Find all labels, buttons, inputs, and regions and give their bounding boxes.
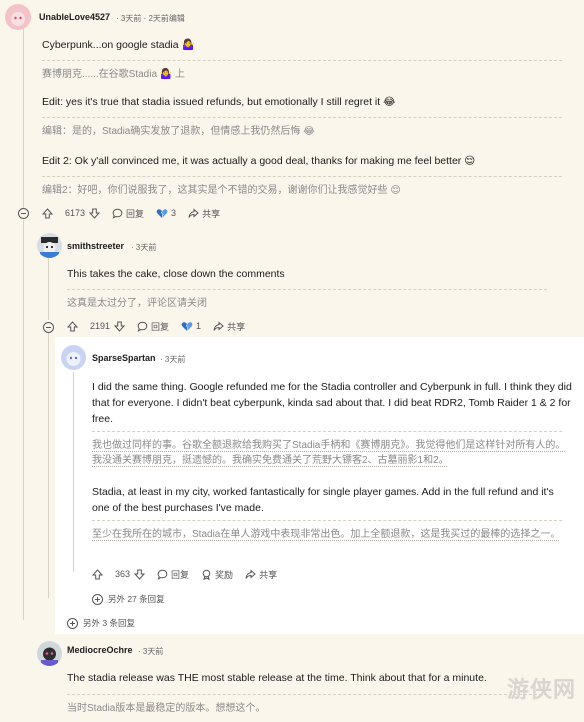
more-replies-label: 另外 27 条回复 [108,594,165,604]
downvote-icon [134,569,146,580]
upvote-icon [92,568,103,579]
award-label: 奖励 [215,569,234,580]
comment-text: I did the same thing. Google refunded me… [92,381,572,425]
comment-meta: · 3天前 [131,243,157,252]
username[interactable]: smithstreeter [67,241,124,251]
upvote-button[interactable] [42,207,53,219]
downvote-button[interactable] [134,569,146,580]
comment-text: Edit 2: Ok y'all convinced me, it was ac… [42,155,476,167]
reply-label: 回复 [151,321,170,332]
share-button[interactable]: 共享 [245,568,277,581]
award-button[interactable]: 3 [156,208,176,219]
snoo-avatar-icon [40,237,59,258]
downvote-button[interactable] [114,321,126,332]
broken-heart-award-icon [181,321,193,331]
share-label: 共享 [259,569,278,580]
comment-bubble-icon [157,569,168,580]
award-icon [202,569,211,580]
expand-icon [67,617,78,629]
snoo-avatar-icon [41,647,58,666]
downvote-icon [89,208,101,219]
translation-span: 至少在我所在的城市，Stadia在单人游戏中表现非常出色。加上全额退款，这是我买… [92,529,561,540]
upvote-button[interactable] [67,320,78,332]
translation-text: 这真是太过分了，评论区请关闭 [67,298,207,309]
vote-count: 6173 [65,208,86,218]
comment-meta: · 3天前 · 2天前编辑 [116,14,185,23]
comment-text: Edit: yes it's true that stadia issued r… [42,96,396,108]
divider [67,289,547,290]
reply-label: 回复 [126,208,145,219]
translation-text: 赛博朋克......在谷歌Stadia 🤷‍♀️ 上 [42,69,186,80]
comment-meta: · 3天前 [160,355,186,364]
share-icon [245,568,256,579]
comment-meta: · 3天前 [138,647,164,656]
translation-text: 编辑2：好吧，你们说服我了，这其实是个不错的交易，谢谢你们让我感觉好些 😌 [42,185,401,196]
award-count: 3 [171,208,177,218]
downvote-icon [114,321,126,332]
thread-line-level2 [73,372,74,572]
award-count: 1 [196,321,202,331]
reply-button[interactable]: 回复 [112,207,144,220]
more-replies-button[interactable]: 另外 3 条回复 [67,617,135,629]
divider [42,117,562,118]
broken-heart-award-icon [156,208,168,218]
thread-line-level1 [48,258,49,320]
divider [42,176,562,177]
translation-span: 我也做过同样的事。谷歌全额退款给我购买了Stadia手柄和《赛博朋克》。我觉得他… [92,440,566,466]
comment-text: Cyberpunk...on google stadia 🤷‍♀️ [42,39,195,51]
divider [42,60,562,61]
divider [67,694,547,695]
watermark-logo: 游侠网 [506,677,576,703]
collapse-thread-button[interactable] [18,208,29,219]
reply-button[interactable]: 回复 [157,568,189,581]
share-label: 共享 [227,321,246,332]
thread-line-level0 [23,22,24,208]
share-icon [188,207,199,218]
reply-label: 回复 [171,569,190,580]
comment-bubble-icon [112,208,123,219]
collapse-thread-button[interactable] [43,322,54,333]
avatar-sparsespartan[interactable] [61,345,86,370]
comment-text: The stadia release was THE most stable r… [67,672,487,684]
snoo-avatar-icon [11,12,25,26]
vote-count: 363 [115,569,131,579]
snoo-avatar-icon [66,352,81,366]
downvote-button[interactable] [89,208,101,219]
reply-button[interactable]: 回复 [137,320,169,333]
more-replies-button[interactable]: 另外 27 条回复 [92,593,165,605]
translation-text: 当时Stadia版本是最稳定的版本。想想这个。 [67,703,266,714]
avatar-unablelove[interactable] [5,4,31,30]
divider [92,431,562,432]
username[interactable]: SparseSpartan [92,353,156,363]
avatar-mediocreochre[interactable] [37,641,62,666]
upvote-icon [42,207,53,218]
comment-text: Stadia, at least in my city, worked fant… [92,486,554,514]
share-button[interactable]: 共享 [188,207,220,220]
avatar-smithstreeter[interactable] [37,233,62,258]
share-button[interactable]: 共享 [213,320,245,333]
comment-bubble-icon [137,321,148,332]
comment-actions: 2191 回复 1 共享 [67,318,257,334]
divider [92,520,562,521]
translation-text: 编辑：是的，Stadia确实发放了退款，但情感上我仍然后悔 😂 [42,126,315,137]
comment-text: This takes the cake, close down the comm… [67,268,285,280]
comment-actions: 6173 回复 3 共享 [42,205,232,221]
expand-icon [92,593,103,605]
more-replies-label: 另外 3 条回复 [83,618,135,628]
award-button[interactable]: 1 [181,321,201,332]
award-button[interactable]: 奖励 [201,568,233,581]
upvote-button[interactable] [92,568,103,580]
username[interactable]: MediocreOchre [67,645,133,655]
comment-actions: 363 回复 奖励 共享 [92,566,289,582]
vote-count: 2191 [90,321,111,331]
thread-line-level1b [48,333,49,598]
translation-text: 至少在我所在的城市，Stadia在单人游戏中表现非常出色。加上全额退款，这是我买… [92,527,572,542]
share-label: 共享 [202,208,221,219]
share-icon [213,320,224,331]
upvote-icon [67,320,78,331]
username[interactable]: UnableLove4527 [39,12,110,22]
thread-line-level0b [23,220,24,620]
translation-text: 我也做过同样的事。谷歌全额退款给我购买了Stadia手柄和《赛博朋克》。我觉得他… [92,438,572,468]
